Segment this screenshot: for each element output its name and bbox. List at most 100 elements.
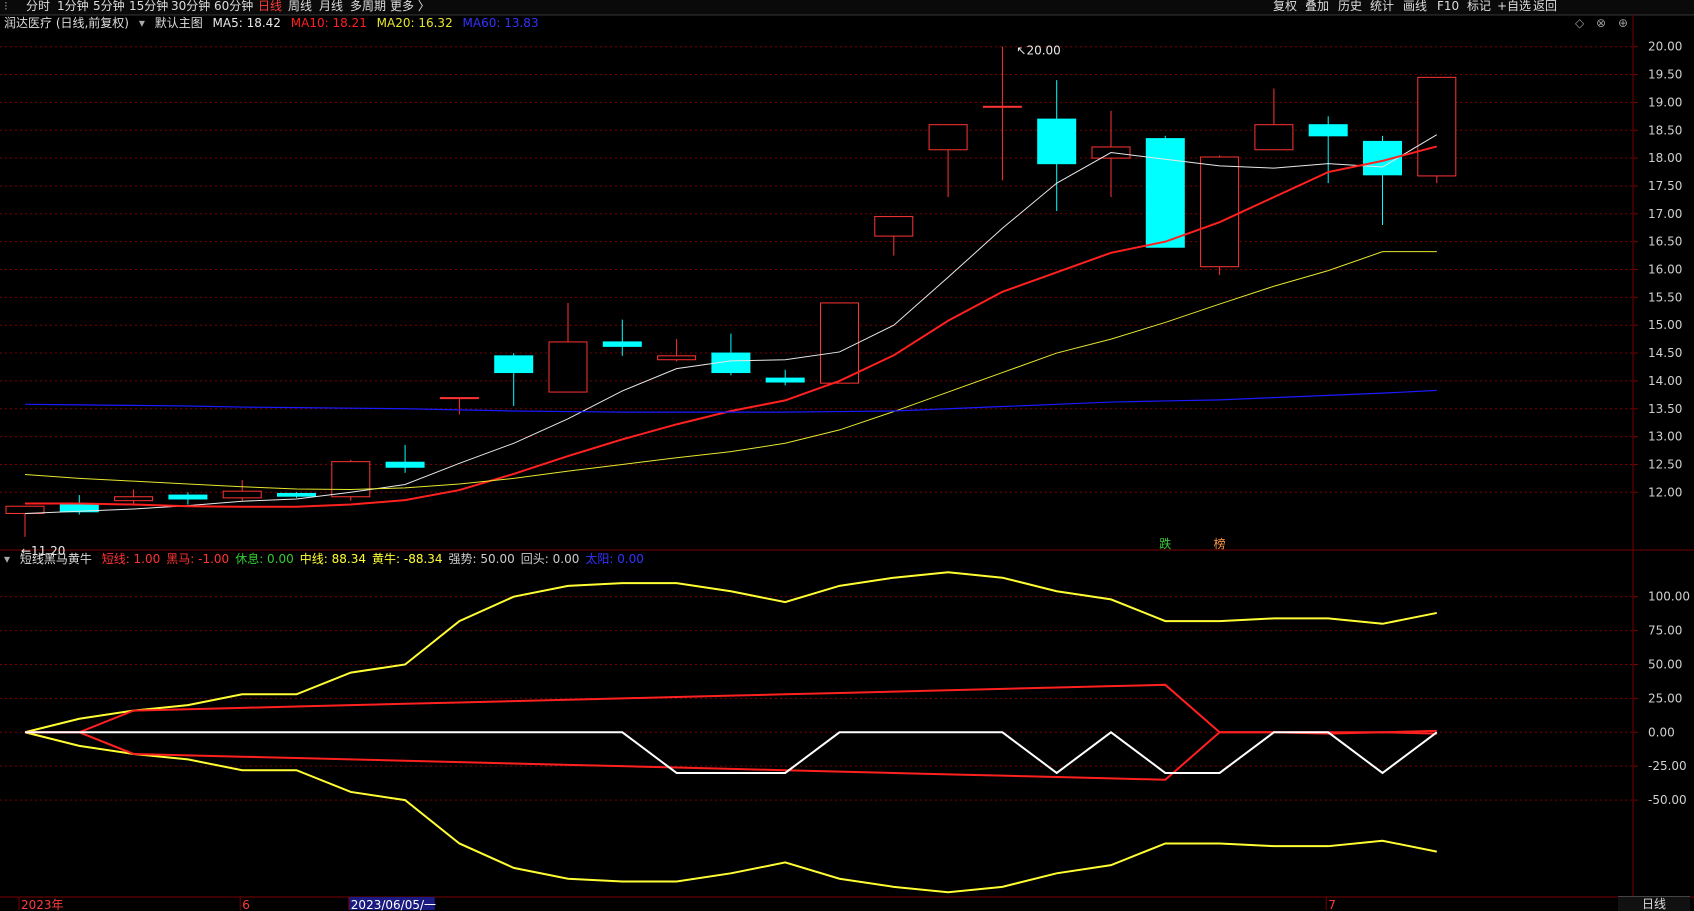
price-tick-label: 18.50 <box>1648 123 1682 137</box>
add-watchlist-button[interactable]: +自选 <box>1497 0 1531 13</box>
back-button[interactable]: 返回 <box>1533 0 1557 13</box>
candlestick-series <box>5 46 1457 537</box>
overlay-button[interactable]: 叠加 <box>1305 0 1329 13</box>
price-tick-label: 13.50 <box>1648 402 1682 416</box>
draw-line-button[interactable]: 画线 <box>1403 0 1427 13</box>
ma20-value: MA20: 16.32 <box>376 16 453 30</box>
price-tick-label: 14.00 <box>1648 374 1682 388</box>
indicator-tick-label: 25.00 <box>1648 691 1682 705</box>
candle-body <box>222 490 262 499</box>
indicator-line <box>25 731 1438 775</box>
sub-legend-item: 黑马: -1.00 <box>166 552 230 566</box>
date-label: 7 <box>1328 898 1336 911</box>
fuquan-button[interactable]: 复权 <box>1273 0 1297 13</box>
tab-5min[interactable]: 5分钟 <box>93 0 125 13</box>
price-tick-label: 12.50 <box>1648 457 1682 471</box>
indicator-tick-label: -25.00 <box>1648 759 1687 773</box>
indicator-tick-label: -50.00 <box>1648 793 1687 807</box>
indicator-tick-label: 100.00 <box>1648 590 1690 604</box>
candle-body <box>114 496 154 502</box>
candle-body <box>494 355 534 374</box>
main-legend: 润达医疗 (日线,前复权) ▾ 默认主图 MA5: 18.42 MA10: 18… <box>4 16 545 30</box>
tab-1min[interactable]: 1分钟 <box>57 0 89 13</box>
tab-daily[interactable]: 日线 <box>258 0 282 13</box>
indicator-line <box>25 683 1437 734</box>
price-tick-label: 16.00 <box>1648 263 1682 277</box>
stock-title: 润达医疗 (日线,前复权) <box>4 16 129 30</box>
price-tick-label: 19.50 <box>1648 68 1682 82</box>
indicator-axis: 100.00 75.00 50.00 25.00 0.00 -25.00 -50.00 <box>1648 590 1690 807</box>
price-tick-label: 15.50 <box>1648 290 1682 304</box>
close-icon[interactable]: ⊗ <box>1596 16 1606 30</box>
sub-legend-item: 黄牛: -88.34 <box>372 552 443 566</box>
high-price-label: ↖20.00 <box>1016 44 1060 58</box>
price-axis: 20.00 19.50 19.00 18.50 18.00 17.50 17.00 16.50… <box>1648 40 1682 500</box>
tag-label-bang: 榜 <box>1214 536 1226 551</box>
price-tick-label: 17.50 <box>1648 179 1682 193</box>
candle-body <box>331 461 371 498</box>
price-tick-label: 13.00 <box>1648 430 1682 444</box>
price-tick-label: 12.00 <box>1648 485 1682 499</box>
bottom-period-label[interactable]: 日线 <box>1618 896 1690 911</box>
candle-body <box>1417 76 1457 177</box>
tab-30min[interactable]: 30分钟 <box>171 0 210 13</box>
chevron-down-icon[interactable]: ▾ <box>4 552 10 566</box>
zoom-icon[interactable]: ⊕ <box>1618 16 1628 30</box>
candle-body <box>1308 124 1348 137</box>
tab-weekly[interactable]: 周线 <box>288 0 312 13</box>
candle-body <box>602 341 642 347</box>
candle-body <box>928 124 968 151</box>
tab-60min[interactable]: 60分钟 <box>214 0 253 13</box>
candle-body <box>168 494 208 500</box>
date-label: 6 <box>242 898 250 911</box>
history-button[interactable]: 历史 <box>1338 0 1362 13</box>
candle-body <box>765 377 805 383</box>
price-tick-label: 17.00 <box>1648 207 1682 221</box>
tab-15min[interactable]: 15分钟 <box>129 0 168 13</box>
sub-legend-item: 中线: 88.34 <box>299 552 366 566</box>
diamond-icon[interactable]: ◇ <box>1575 16 1584 30</box>
main-price-grid <box>0 46 1638 493</box>
indicator-tick-label: 75.00 <box>1648 624 1682 638</box>
period-toolbar: ⁝ 分时 1分钟 5分钟 15分钟 30分钟 60分钟 日线 周线 月线 多周期… <box>0 0 1694 15</box>
price-tick-label: 20.00 <box>1648 40 1682 54</box>
sub-legend-item: 回头: 0.00 <box>520 552 580 566</box>
statistics-button[interactable]: 统计 <box>1370 0 1394 13</box>
candle-body <box>1145 138 1185 248</box>
main-indicator-name[interactable]: 默认主图 <box>155 16 203 30</box>
tab-fenshi[interactable]: 分时 <box>26 0 50 13</box>
indicator-tick-label: 50.00 <box>1648 657 1682 671</box>
date-axis: 2023年 6 2023/06/05/一 7 <box>18 897 1336 911</box>
tab-monthly[interactable]: 月线 <box>319 0 343 13</box>
sub-legend-item: 短线: 1.00 <box>101 552 161 566</box>
candle-body <box>982 105 1022 108</box>
ma5-value: MA5: 18.42 <box>212 16 281 30</box>
chevron-down-icon[interactable]: ▾ <box>139 16 145 30</box>
candle-body <box>1037 118 1077 165</box>
price-tick-label: 19.00 <box>1648 95 1682 109</box>
indicator-tick-label: 0.00 <box>1648 725 1675 739</box>
sub-legend-item: 休息: 0.00 <box>235 552 294 566</box>
candle-body <box>277 492 316 497</box>
ma10-value: MA10: 18.21 <box>290 16 367 30</box>
chart-canvas[interactable]: 20.00 19.50 19.00 18.50 18.00 17.50 17.00 16.50… <box>0 0 1694 911</box>
tab-more[interactable]: 更多 〉 <box>390 0 430 13</box>
f10-button[interactable]: F10 <box>1437 0 1459 13</box>
mark-button[interactable]: 标记 <box>1467 0 1491 13</box>
candle-body <box>5 505 45 514</box>
sub-legend: ▾ 短线黑马黄牛 短线: 1.00 黑马: -1.00 休息: 0.00 中线: 88… <box>4 552 656 566</box>
sub-legend-item: 强势: 50.00 <box>448 552 515 566</box>
candle-body <box>1254 124 1294 151</box>
candle-body <box>820 302 859 384</box>
candle-body <box>439 397 479 400</box>
tab-multi-period[interactable]: 多周期 <box>350 0 386 13</box>
tag-label-die: 跌 <box>1159 536 1171 551</box>
candle-body <box>657 355 697 361</box>
toolbar-grip-icon: ⁝ <box>4 0 8 13</box>
date-label: 2023/06/05/一 <box>351 898 436 911</box>
ma60-value: MA60: 13.83 <box>462 16 539 30</box>
price-tick-label: 16.50 <box>1648 235 1682 249</box>
price-tick-label: 18.00 <box>1648 151 1682 165</box>
sub-indicator-name[interactable]: 短线黑马黄牛 <box>20 552 92 566</box>
date-label: 2023年 <box>21 898 64 911</box>
